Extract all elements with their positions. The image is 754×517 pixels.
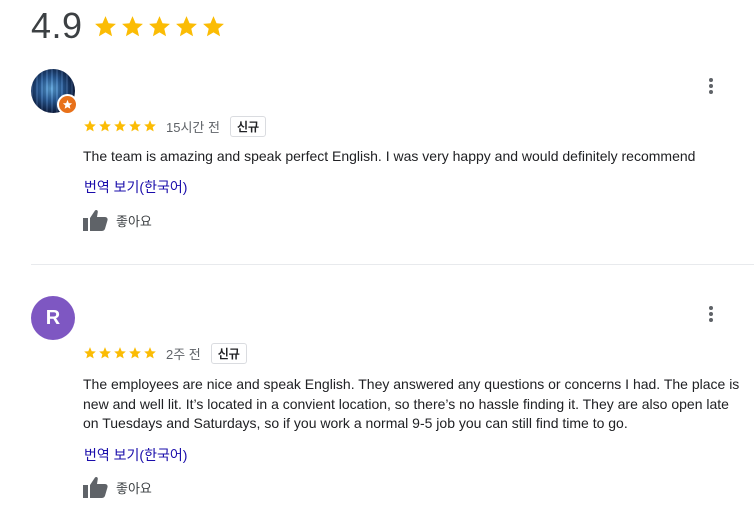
more-options-button[interactable]	[700, 303, 722, 325]
star-icon	[99, 120, 111, 132]
review-time: 15시간 전	[166, 119, 220, 135]
star-icon	[129, 347, 141, 359]
review-stars	[83, 346, 157, 360]
review-text: The employees are nice and speak English…	[83, 376, 740, 431]
star-icon	[94, 15, 116, 36]
more-vert-icon	[709, 78, 713, 94]
star-icon	[202, 15, 224, 36]
review-meta: 2주 전 신규	[83, 342, 247, 364]
new-badge: 신규	[229, 115, 267, 137]
more-vert-icon	[709, 306, 713, 322]
rating-summary: 4.9	[31, 5, 226, 46]
review-divider	[31, 264, 754, 265]
star-icon	[114, 120, 126, 132]
star-icon	[175, 15, 197, 36]
star-icon	[129, 120, 141, 132]
overall-stars	[93, 14, 226, 39]
star-icon	[148, 15, 170, 36]
like-label: 좋아요	[116, 213, 152, 229]
local-guide-badge-icon	[57, 94, 78, 115]
review-stars	[83, 119, 157, 133]
translate-link[interactable]: 번역 보기(한국어)	[84, 445, 187, 465]
star-icon	[114, 347, 126, 359]
like-button[interactable]: 좋아요	[83, 209, 152, 231]
star-icon	[99, 347, 111, 359]
like-button[interactable]: 좋아요	[83, 476, 152, 498]
more-options-button[interactable]	[700, 75, 722, 97]
review-time: 2주 전	[166, 346, 201, 362]
star-icon	[121, 15, 143, 36]
translate-link[interactable]: 번역 보기(한국어)	[84, 177, 187, 197]
review-meta: 15시간 전 신규	[83, 115, 267, 137]
thumb-up-icon	[83, 210, 108, 231]
star-icon	[84, 120, 96, 132]
star-icon	[84, 347, 96, 359]
reviewer-avatar[interactable]: R	[31, 296, 75, 340]
new-badge: 신규	[210, 342, 247, 364]
star-icon	[144, 347, 156, 359]
star-icon	[144, 120, 156, 132]
thumb-up-icon	[83, 477, 108, 498]
overall-score: 4.9	[31, 5, 83, 46]
review-text: The team is amazing and speak perfect En…	[83, 148, 696, 164]
like-label: 좋아요	[116, 480, 152, 496]
